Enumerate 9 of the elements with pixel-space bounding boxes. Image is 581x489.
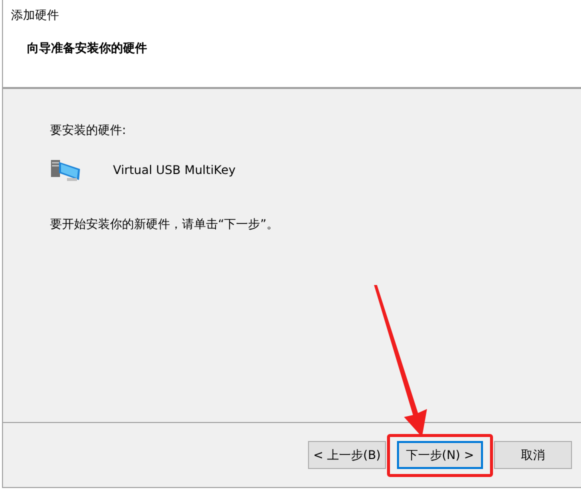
back-button[interactable]: < 上一步(B) [308, 441, 386, 469]
computer-icon [50, 158, 81, 182]
device-name: Virtual USB MultiKey [113, 163, 236, 177]
cancel-button[interactable]: 取消 [494, 441, 572, 469]
hardware-label: 要安装的硬件: [50, 122, 126, 139]
next-button[interactable]: 下一步(N) > [397, 441, 483, 469]
window-title: 添加硬件 [11, 7, 59, 24]
wizard-heading: 向导准备安装你的硬件 [27, 40, 147, 57]
instruction-text: 要开始安装你的新硬件，请单击“下一步”。 [50, 216, 278, 233]
